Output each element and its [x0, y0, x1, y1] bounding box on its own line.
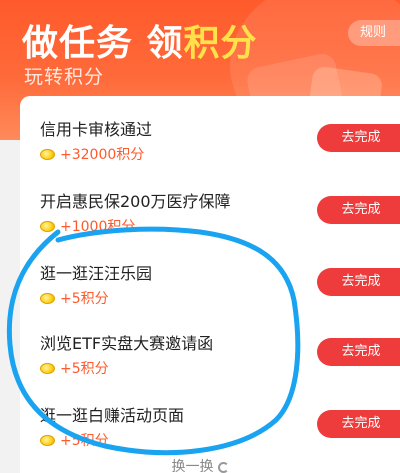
task-reward: +5积分 [40, 430, 109, 450]
task-action-button[interactable]: 去完成 [317, 410, 400, 438]
coin-icon [40, 220, 55, 232]
task-title: 浏览ETF实盘大赛邀请函 [40, 334, 214, 353]
task-reward-text: +5积分 [60, 291, 109, 307]
task-reward-text: +32000积分 [60, 147, 145, 163]
task-reward-text: +5积分 [60, 433, 109, 449]
task-reward: +5积分 [40, 288, 109, 308]
coin-icon [40, 292, 55, 304]
task-item: 信用卡审核通过 +32000积分 去完成 [20, 104, 400, 176]
task-reward: +1000积分 [40, 216, 135, 236]
task-reward: +32000积分 [40, 144, 144, 164]
page-title: 做任务 领积分 [22, 14, 258, 66]
task-title: 信用卡审核通过 [40, 120, 153, 139]
task-action-button[interactable]: 去完成 [317, 124, 400, 152]
refresh-label: 换一换 [171, 459, 214, 473]
task-title: 逛一逛汪汪乐园 [40, 264, 153, 283]
coin-icon [40, 148, 55, 160]
page-title-accent: 积分 [183, 23, 258, 64]
task-reward: +5积分 [40, 358, 109, 378]
coin-icon [40, 362, 55, 374]
refresh-icon [217, 461, 229, 473]
refresh-button[interactable]: 换一换 [0, 456, 400, 473]
coin-icon [40, 434, 55, 446]
task-title: 逛一逛白赚活动页面 [40, 406, 185, 425]
task-item: 开启惠民保200万医疗保障 +1000积分 去完成 [20, 176, 400, 248]
task-reward-text: +5积分 [60, 361, 109, 377]
task-action-button[interactable]: 去完成 [317, 196, 400, 224]
task-item: 逛一逛汪汪乐园 +5积分 去完成 [20, 248, 400, 320]
task-reward-text: +1000积分 [60, 219, 136, 235]
page-subtitle: 玩转积分 [24, 66, 105, 88]
task-action-button[interactable]: 去完成 [317, 268, 400, 296]
task-title: 开启惠民保200万医疗保障 [40, 192, 231, 211]
task-item: 逛一逛白赚活动页面 +5积分 去完成 [20, 390, 400, 462]
rules-button[interactable]: 规则 [348, 20, 400, 46]
page-title-main: 做任务 领 [22, 23, 184, 64]
task-item: 浏览ETF实盘大赛邀请函 +5积分 去完成 [20, 318, 400, 390]
task-action-button[interactable]: 去完成 [317, 338, 400, 366]
